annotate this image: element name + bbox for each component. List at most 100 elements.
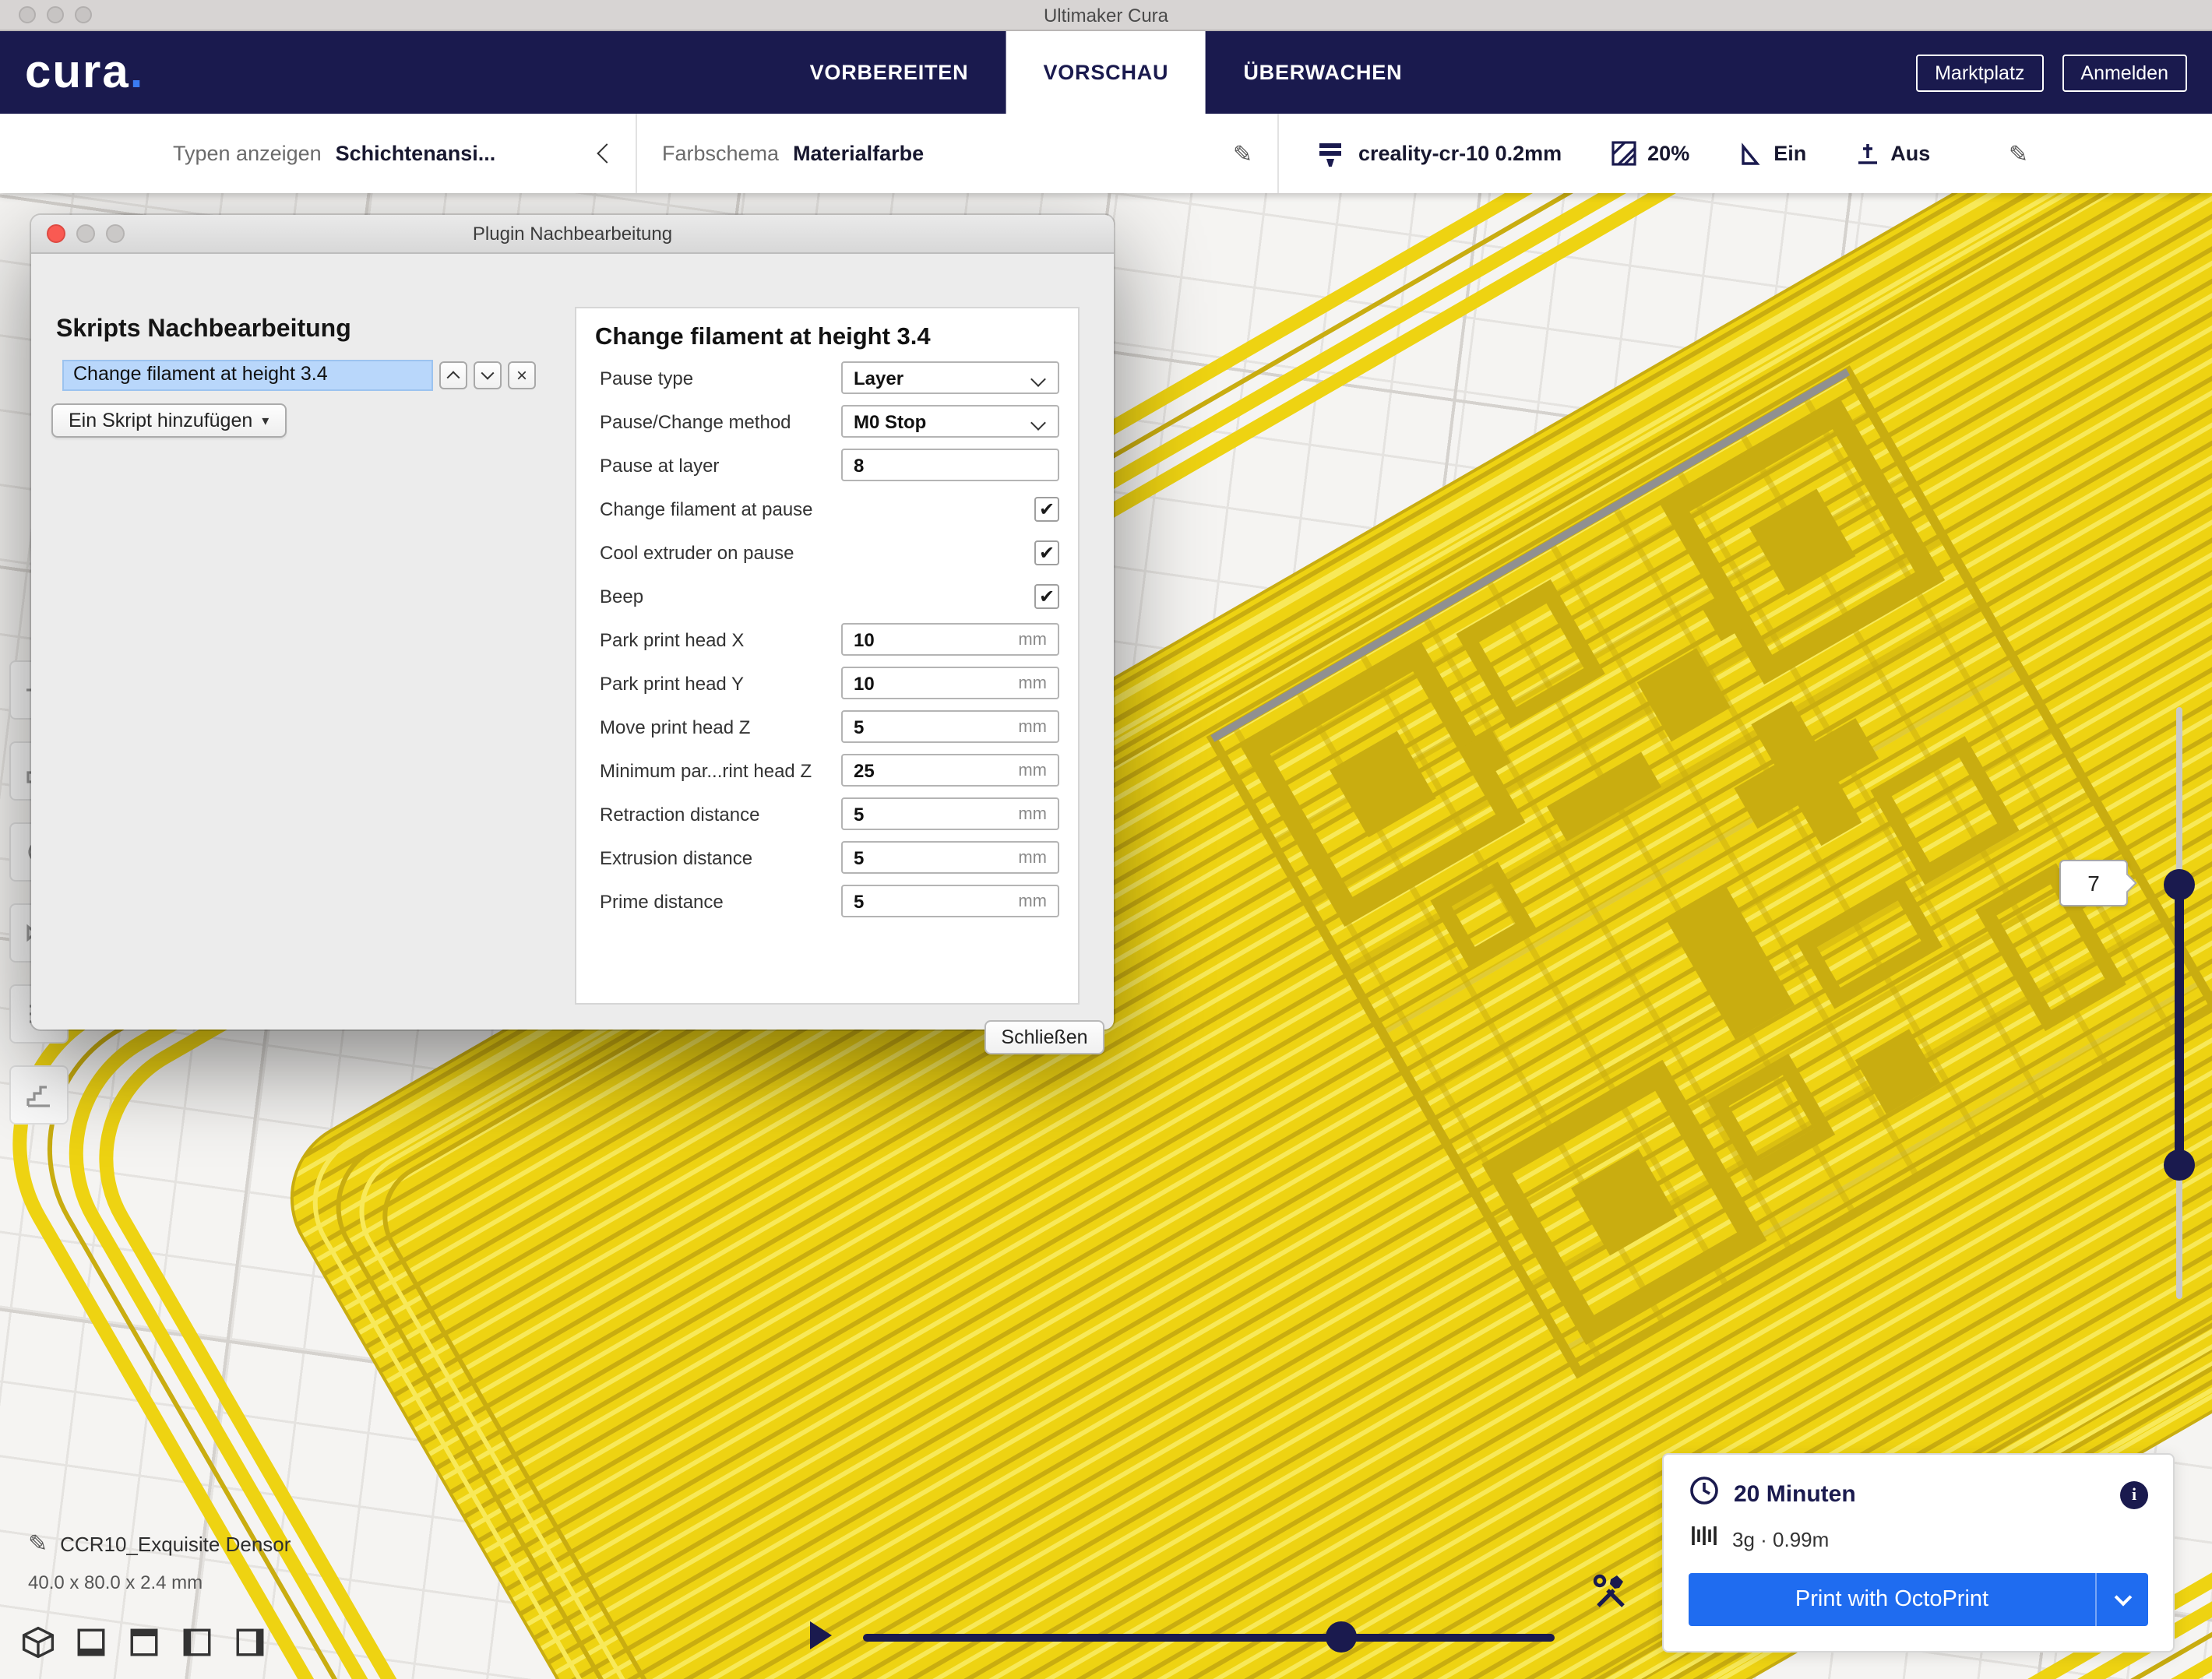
field-checkbox[interactable]: ✔ — [1034, 540, 1059, 565]
unit-label: mm — [1018, 892, 1047, 910]
support-icon — [1738, 141, 1763, 166]
chevron-down-icon — [1030, 371, 1046, 387]
print-settings-group[interactable]: creality-cr-10 0.2mm 20% Ein Aus ✎ — [1279, 114, 2212, 193]
field-input[interactable]: 10mm — [841, 667, 1059, 699]
window-zoom-button[interactable] — [75, 6, 92, 23]
field-label: Change filament at pause — [595, 498, 1034, 519]
view-top-icon[interactable] — [128, 1626, 160, 1659]
field-label: Extrusion distance — [595, 847, 841, 868]
camera-view-presets — [22, 1626, 266, 1659]
field-checkbox[interactable]: ✔ — [1034, 583, 1059, 608]
field-label: Move print head Z — [595, 716, 841, 737]
chevron-down-icon — [1030, 415, 1046, 431]
tab-vorschau[interactable]: VORSCHAU — [1006, 31, 1206, 114]
print-button-label[interactable]: Print with OctoPrint — [1689, 1573, 2095, 1626]
scripts-heading: Skripts Nachbearbeitung — [56, 316, 351, 344]
view-type-group[interactable]: Typen anzeigen Schichtenansi... — [173, 114, 636, 193]
dialog-titlebar[interactable]: Plugin Nachbearbeitung — [31, 215, 1114, 254]
tab-überwachen[interactable]: ÜBERWACHEN — [1206, 31, 1439, 114]
dialog-close-action-button[interactable]: Schließen — [984, 1020, 1104, 1054]
field-input[interactable]: 10mm — [841, 623, 1059, 656]
form-row: Beep✔ — [595, 578, 1059, 614]
model-info: ✎ CCR10_Exquisite Densor 40.0 x 80.0 x 2… — [28, 1529, 291, 1593]
view-left-icon[interactable] — [181, 1626, 213, 1659]
move-script-down-button[interactable] — [474, 361, 502, 389]
form-row: Pause typeLayer — [595, 360, 1059, 396]
field-input[interactable]: 5mm — [841, 841, 1059, 874]
chevron-down-icon — [481, 367, 495, 380]
field-input[interactable]: 5mm — [841, 710, 1059, 743]
view-toolbar: Typen anzeigen Schichtenansi... Farbsche… — [0, 114, 2212, 193]
field-input[interactable]: 8 — [841, 449, 1059, 481]
support-setting[interactable]: Ein — [1738, 141, 1806, 166]
dialog-close-button[interactable] — [47, 224, 65, 243]
view-3d-icon[interactable] — [22, 1626, 55, 1659]
unit-label: mm — [1018, 630, 1047, 649]
edit-colorscheme-icon[interactable]: ✎ — [1233, 139, 1252, 167]
signin-button[interactable]: Anmelden — [2062, 54, 2187, 91]
dialog-zoom-button — [106, 224, 125, 243]
support-blocker-button[interactable] — [9, 1065, 69, 1125]
field-label: Prime distance — [595, 890, 841, 912]
window-title: Ultimaker Cura — [1044, 4, 1168, 26]
window-close-button[interactable] — [19, 6, 36, 23]
window-titlebar: Ultimaker Cura — [0, 0, 2212, 31]
dialog-minimize-button — [76, 224, 95, 243]
app-header: cura. VORBEREITENVORSCHAUÜBERWACHEN Mark… — [0, 31, 2212, 114]
remove-script-button[interactable]: × — [508, 361, 536, 389]
unit-label: mm — [1018, 717, 1047, 736]
form-row: Minimum par...rint head Z25mm — [595, 752, 1059, 788]
timeline-slider-handle[interactable] — [1326, 1621, 1357, 1653]
field-label: Park print head Y — [595, 672, 841, 694]
color-scheme-group[interactable]: Farbschema Materialfarbe ✎ — [637, 114, 1277, 193]
field-label: Pause type — [595, 367, 841, 389]
field-input[interactable]: 5mm — [841, 885, 1059, 917]
add-script-button[interactable]: Ein Skript hinzufügen▾ — [51, 403, 286, 438]
marketplace-button[interactable]: Marktplatz — [1916, 54, 2043, 91]
timeline-slider-track[interactable] — [863, 1634, 1555, 1642]
close-icon: × — [516, 364, 527, 386]
info-icon[interactable]: i — [2120, 1480, 2148, 1508]
form-row: Cool extruder on pause✔ — [595, 534, 1059, 570]
model-name[interactable]: CCR10_Exquisite Densor — [60, 1532, 291, 1555]
field-input[interactable]: 25mm — [841, 754, 1059, 787]
field-label: Beep — [595, 585, 1034, 607]
field-select[interactable]: Layer — [841, 361, 1059, 394]
dialog-title: Plugin Nachbearbeitung — [473, 223, 672, 245]
field-checkbox[interactable]: ✔ — [1034, 496, 1059, 521]
layer-slider-upper-handle[interactable] — [2164, 869, 2195, 900]
field-select[interactable]: M0 Stop — [841, 405, 1059, 438]
printer-profile[interactable]: creality-cr-10 0.2mm — [1358, 142, 1562, 165]
post-processing-dialog: Plugin Nachbearbeitung Skripts Nachbearb… — [31, 215, 1114, 1030]
form-row: Pause/Change methodM0 Stop — [595, 403, 1059, 439]
layer-slider-lower-handle[interactable] — [2164, 1149, 2195, 1181]
rename-model-icon[interactable]: ✎ — [28, 1529, 48, 1558]
view-type-label: Typen anzeigen — [173, 142, 322, 165]
collapse-left-icon[interactable] — [597, 143, 616, 163]
color-scheme-value[interactable]: Materialfarbe — [793, 142, 924, 165]
script-settings-heading: Change filament at height 3.4 — [595, 324, 1059, 352]
move-script-up-button[interactable] — [439, 361, 467, 389]
field-label: Minimum par...rint head Z — [595, 759, 841, 781]
infill-icon — [1610, 140, 1636, 167]
tools-icon[interactable] — [1592, 1573, 1629, 1618]
edit-print-settings-icon[interactable]: ✎ — [2009, 139, 2028, 167]
form-row: Park print head X10mm — [595, 621, 1059, 657]
play-button[interactable] — [810, 1621, 832, 1649]
print-options-dropdown[interactable] — [2095, 1573, 2148, 1626]
script-settings-panel: Change filament at height 3.4 Pause type… — [575, 307, 1080, 1005]
adhesion-setting[interactable]: Aus — [1854, 141, 1930, 166]
view-front-icon[interactable] — [75, 1626, 107, 1659]
tab-vorbereiten[interactable]: VORBEREITEN — [773, 31, 1006, 114]
cura-logo: cura. — [25, 49, 144, 96]
view-right-icon[interactable] — [234, 1626, 266, 1659]
view-type-value[interactable]: Schichtenansi... — [336, 142, 496, 165]
layer-slider-range[interactable] — [2175, 885, 2184, 1165]
window-minimize-button[interactable] — [47, 6, 64, 23]
field-input[interactable]: 5mm — [841, 797, 1059, 830]
infill-setting[interactable]: 20% — [1610, 140, 1689, 167]
form-row: Prime distance5mm — [595, 883, 1059, 919]
print-button[interactable]: Print with OctoPrint — [1689, 1573, 2148, 1626]
form-row: Retraction distance5mm — [595, 796, 1059, 832]
script-list-item-selected[interactable]: Change filament at height 3.4 — [62, 360, 433, 391]
